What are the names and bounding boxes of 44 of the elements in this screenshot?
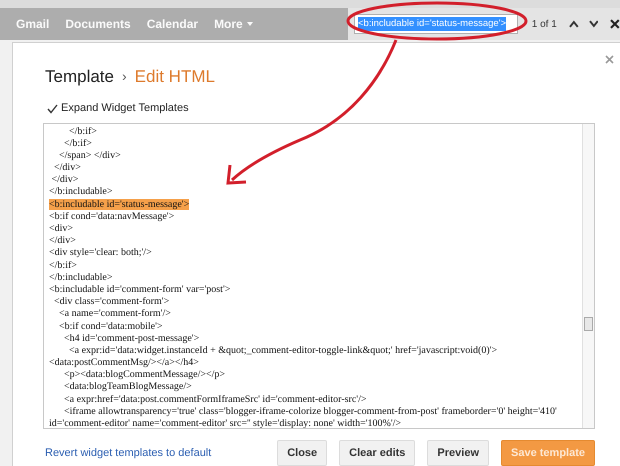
code-line: <b:if cond='data:mobile'> <box>58 320 163 332</box>
code-line: </b:includable> <box>49 186 112 198</box>
code-line: </b:includable> <box>49 272 112 283</box>
code-line: <h4 id='comment-post-message'> <box>63 332 200 344</box>
close-icon[interactable] <box>610 19 620 29</box>
dialog-button[interactable]: Clear edits <box>339 440 416 466</box>
code-line: <b:includable id='comment-form' var='post'> <box>49 284 230 295</box>
code-line: <b:if cond='data:navMessage'> <box>49 210 174 222</box>
code-line: </b:if> <box>63 138 92 149</box>
nav-link[interactable]: Calendar <box>146 15 198 33</box>
code-line: id='comment-editor' name='comment-editor' src='' style='display: none' width='100%'/> <box>49 418 402 428</box>
breadcrumb-current: Edit HTML <box>134 66 215 88</box>
code-line: </div> <box>49 235 76 246</box>
code-line: </div> <box>50 174 78 186</box>
code-line: <a name='comment-form'/> <box>58 308 171 320</box>
scrollbar[interactable] <box>582 124 594 428</box>
dialog-button[interactable]: Close <box>277 440 328 466</box>
checkbox[interactable] <box>47 103 58 114</box>
code-line: <div style='clear: both;'/> <box>49 247 152 258</box>
breadcrumb-separator: › <box>122 67 127 86</box>
breadcrumb-parent[interactable]: Template <box>45 64 114 90</box>
code-line: </b:if> <box>68 126 97 136</box>
nav-link[interactable]: Gmail <box>16 15 50 33</box>
find-field[interactable]: <b:includable id='status-message'> <box>354 14 518 34</box>
code-line: </div> <box>53 162 81 174</box>
checkbox-label: Expand Widget Templates <box>61 101 189 116</box>
code-line: <iframe allowtransparency='true' class='blogger-iframe-colorize blogger-comment-from-post' frameborder='0' height='410' <box>63 406 557 417</box>
code-line: </b:if> <box>49 260 77 271</box>
code-line: <data:blogTeamBlogMessage/> <box>63 381 192 392</box>
dialog-button[interactable]: Save template <box>501 440 595 466</box>
revert-link[interactable]: Revert widget templates to default <box>45 444 278 462</box>
nav-link[interactable]: More <box>214 15 253 33</box>
code-line: <div class='comment-form'> <box>53 296 170 308</box>
code-line: <p><data:blogCommentMessage/></p> <box>63 369 226 380</box>
dialog-button[interactable]: Preview <box>427 440 490 466</box>
nav-link[interactable]: Documents <box>65 15 131 33</box>
code-line: <data:postCommentMsg/></a></h4> <box>49 357 199 368</box>
match-count: 1 of 1 <box>532 18 557 32</box>
code-line: <div> <box>49 223 74 234</box>
scrollbar-thumb[interactable] <box>584 316 593 330</box>
code-line: <a expr:id='data:widget.instanceId + &quot;_comment-editor-toggle-link&quot;' href='javascript:void(0)'> <box>68 344 498 356</box>
code-line: <a expr:href='data:post.commentFormIframeSrc' id='comment-editor-src'/> <box>63 394 367 405</box>
code-line: </span> </div> <box>58 150 121 161</box>
code-editor[interactable] <box>43 122 595 429</box>
